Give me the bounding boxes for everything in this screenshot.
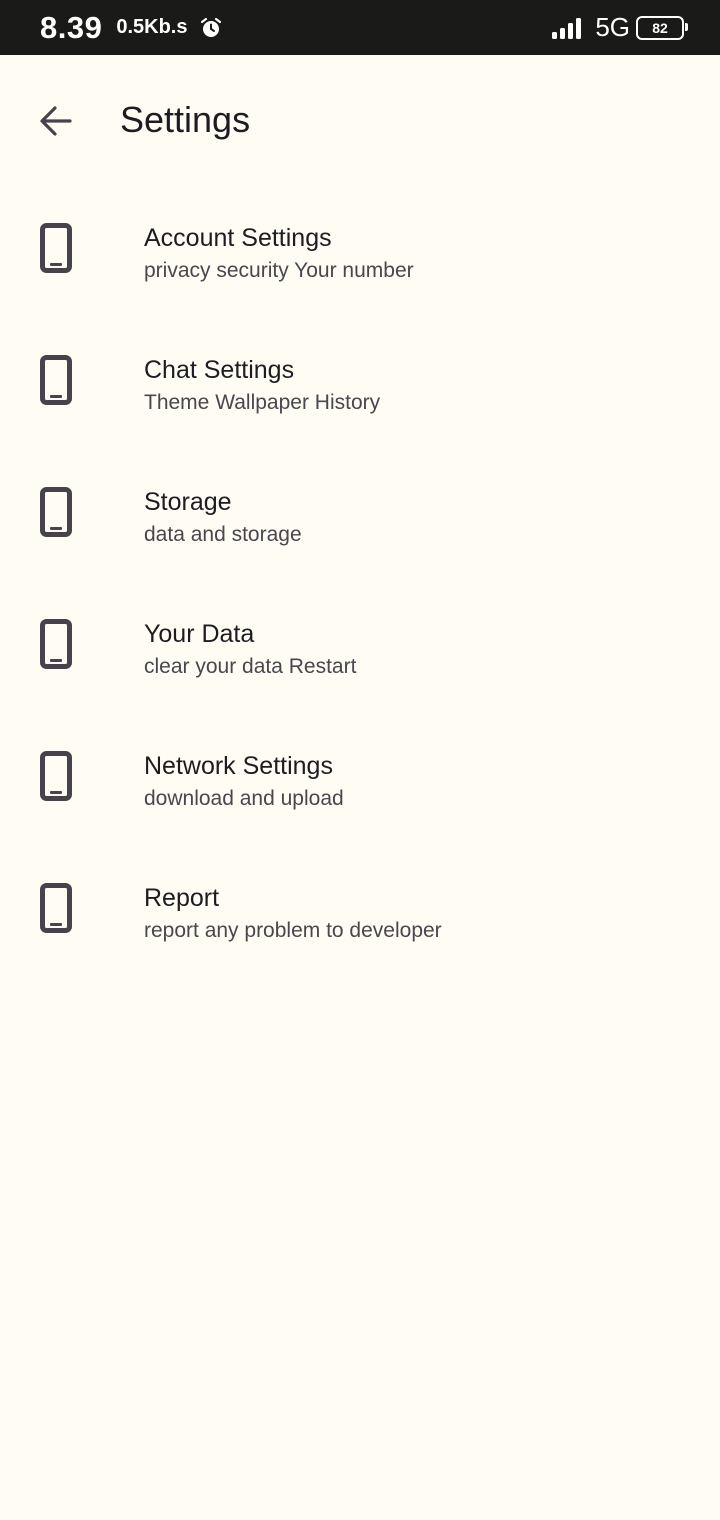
alarm-icon	[200, 17, 222, 39]
page-title: Settings	[120, 99, 251, 140]
smartphone-icon	[40, 487, 72, 537]
settings-item-title: Chat Settings	[144, 356, 295, 384]
status-left: 8.39 0.5Kb.s	[40, 0, 222, 55]
network-type: 5G	[595, 12, 630, 42]
settings-item-title: Report	[144, 884, 220, 912]
smartphone-icon	[40, 883, 72, 933]
settings-item-text: Network Settings download and upload	[144, 751, 700, 813]
settings-item-network[interactable]: Network Settings download and upload	[0, 713, 720, 845]
settings-item-report[interactable]: Report report any problem to developer	[0, 845, 720, 977]
settings-item-subtitle: report any problem to developer	[144, 919, 442, 942]
settings-item-storage[interactable]: Storage data and storage	[0, 449, 720, 581]
settings-item-text: Account Settings privacy security Your n…	[144, 223, 700, 285]
settings-item-text: Storage data and storage	[144, 487, 700, 549]
settings-item-title: Your Data	[144, 620, 255, 648]
battery-level: 82	[652, 19, 668, 36]
settings-item-title: Network Settings	[144, 752, 333, 780]
smartphone-icon	[40, 355, 72, 405]
settings-item-subtitle: Theme Wallpaper History	[144, 391, 381, 414]
smartphone-icon	[40, 751, 72, 801]
status-time: 8.39	[40, 9, 103, 45]
battery-icon: 82	[636, 15, 688, 40]
status-bar: 8.39 0.5Kb.s 5G 82	[0, 0, 720, 55]
settings-item-subtitle: download and upload	[144, 787, 344, 810]
app-bar: Settings	[0, 55, 720, 185]
settings-item-text: Your Data clear your data Restart	[144, 619, 700, 681]
back-button[interactable]	[30, 95, 82, 147]
settings-list: Account Settings privacy security Your n…	[0, 185, 720, 977]
settings-item-subtitle: data and storage	[144, 523, 302, 546]
settings-item-title: Storage	[144, 488, 232, 516]
settings-item-your-data[interactable]: Your Data clear your data Restart	[0, 581, 720, 713]
settings-item-chat[interactable]: Chat Settings Theme Wallpaper History	[0, 317, 720, 449]
settings-item-account[interactable]: Account Settings privacy security Your n…	[0, 185, 720, 317]
network-speed: 0.5Kb.s	[116, 16, 188, 38]
settings-item-subtitle: clear your data Restart	[144, 655, 357, 678]
status-right: 5G 82	[551, 0, 688, 55]
settings-item-text: Chat Settings Theme Wallpaper History	[144, 355, 700, 417]
signal-icon	[551, 17, 587, 39]
smartphone-icon	[40, 223, 72, 273]
smartphone-icon	[40, 619, 72, 669]
settings-item-title: Account Settings	[144, 224, 332, 252]
arrow-back-icon	[40, 106, 72, 136]
settings-item-text: Report report any problem to developer	[144, 883, 700, 945]
settings-item-subtitle: privacy security Your number	[144, 259, 414, 282]
